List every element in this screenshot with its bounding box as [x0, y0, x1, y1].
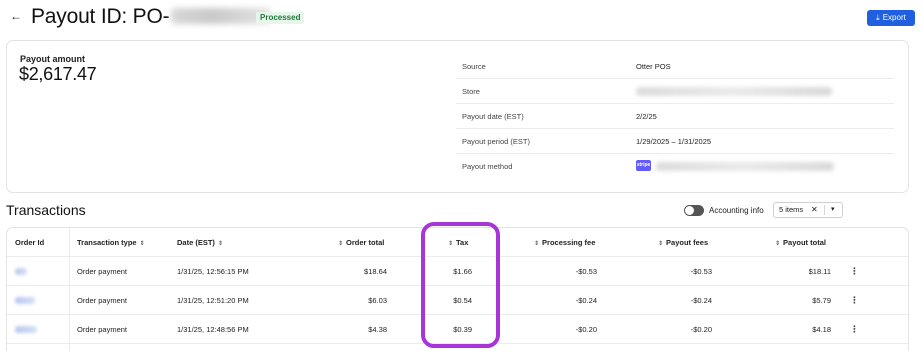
column-header-payout-total[interactable]: ⇕ Payout total [772, 238, 826, 247]
cell-processing-fee: -$0.53 [575, 267, 597, 276]
page-title: Payout ID: PO- [31, 5, 272, 29]
sort-icon: ⇕ [217, 241, 223, 247]
cell-payout-total: $4.18 [812, 325, 831, 334]
more-vertical-icon[interactable]: ⋮ [850, 295, 859, 306]
more-vertical-icon[interactable]: ⋮ [850, 266, 859, 277]
status-badge: Processed [256, 12, 305, 24]
cell-order-total: $4.38 [368, 325, 387, 334]
back-arrow-icon[interactable]: ← [9, 9, 23, 23]
column-header-label: Order total [346, 238, 385, 247]
download-icon: ⤓ [876, 13, 880, 22]
cell-payout-total: $18.11 [808, 267, 831, 276]
sort-icon: ⇕ [775, 241, 781, 247]
chevron-down-icon[interactable]: ▾ [831, 203, 835, 217]
cell-transaction-type: Order payment [77, 267, 128, 276]
detail-row-payout-period: Payout period (EST) 1/29/2025 – 1/31/202… [456, 129, 894, 154]
cell-payout-fees: -$0.53 [690, 267, 712, 276]
column-header-label: Payout fees [666, 238, 709, 247]
column-header-order-total[interactable]: ⇕ Order total [335, 238, 384, 247]
column-header-label: Date (EST) [177, 238, 215, 247]
sort-icon: ⇕ [338, 241, 344, 247]
close-icon[interactable]: ✕ [811, 203, 818, 217]
column-header-date[interactable]: Date (EST) ⇕ [177, 238, 226, 247]
accounting-info-label: Accounting info [709, 206, 764, 215]
redacted-order-id[interactable] [15, 297, 35, 304]
cell-date: 1/31/25, 12:56:15 PM [177, 267, 249, 276]
cell-payout-fees: -$0.20 [690, 325, 712, 334]
detail-value: Otter POS [636, 62, 671, 71]
column-header-label: Processing fee [542, 238, 596, 247]
detail-label: Payout period (EST) [462, 137, 530, 146]
detail-row-source: Source Otter POS [456, 54, 894, 79]
cell-order-total: $18.64 [364, 267, 387, 276]
sort-icon: ⇕ [534, 241, 540, 247]
transactions-table: Order Id Transaction type ⇕ Date (EST) ⇕ ⇕… [6, 227, 909, 351]
sort-icon: ⇕ [658, 241, 664, 247]
cell-date: 1/31/25, 12:48:56 PM [177, 325, 249, 334]
chip-divider [824, 205, 825, 215]
cell-processing-fee: -$0.24 [575, 296, 597, 305]
more-vertical-icon[interactable]: ⋮ [850, 324, 859, 335]
export-button[interactable]: ⤓ Export [867, 10, 915, 26]
column-header-payout-fees[interactable]: ⇕ Payout fees [655, 238, 708, 247]
cell-date: 1/31/25, 12:51:20 PM [177, 296, 249, 305]
sort-icon: ⇕ [448, 241, 454, 247]
cell-transaction-type: Order payment [77, 325, 128, 334]
redacted-method-value [656, 162, 834, 171]
payout-amount-value: $2,617.47 [19, 64, 97, 84]
table-header-row: Order Id Transaction type ⇕ Date (EST) ⇕ ⇕… [7, 228, 908, 257]
column-header-order-id[interactable]: Order Id [15, 238, 44, 247]
detail-label: Store [462, 87, 480, 96]
column-header-label: Transaction type [77, 238, 137, 247]
redacted-order-id[interactable] [15, 326, 37, 333]
detail-row-payout-date: Payout date (EST) 2/2/25 [456, 104, 894, 129]
redacted-order-id[interactable] [15, 268, 27, 275]
detail-row-payout-method: Payout method stripe [456, 154, 894, 179]
detail-label: Source [462, 62, 486, 71]
transactions-title: Transactions [6, 202, 86, 218]
detail-label: Payout date (EST) [462, 112, 524, 121]
filter-chip-label: 5 items [779, 205, 804, 214]
toggle-knob [685, 206, 694, 215]
accounting-info-toggle[interactable] [684, 205, 704, 216]
detail-label: Payout method [462, 162, 513, 171]
cell-payout-fees: -$0.24 [690, 296, 712, 305]
table-row[interactable]: Order payment 1/31/25, 12:48:56 PM $4.38… [7, 315, 908, 344]
items-filter-chip[interactable]: 5 items ✕ ▾ [773, 202, 843, 218]
cell-payout-total: $5.79 [812, 296, 831, 305]
column-header-transaction-type[interactable]: Transaction type ⇕ [77, 238, 148, 247]
column-header-processing-fee[interactable]: ⇕ Processing fee [531, 238, 595, 247]
export-label: Export [882, 13, 906, 22]
redacted-store-value [636, 87, 832, 96]
detail-value: 1/29/2025 – 1/31/2025 [636, 137, 712, 146]
payout-summary-card: Payout amount $2,617.47 Source Otter POS… [6, 40, 909, 193]
column-header-label: Payout total [783, 238, 826, 247]
sort-icon: ⇕ [139, 241, 145, 247]
column-header-label: Tax [456, 238, 469, 247]
cell-tax: $0.39 [453, 325, 472, 334]
cell-transaction-type: Order payment [77, 296, 128, 305]
column-header-tax[interactable]: ⇕ Tax [445, 238, 468, 247]
table-row[interactable]: Order payment 1/31/25, 12:56:15 PM $18.6… [7, 257, 908, 286]
cell-tax: $0.54 [453, 296, 472, 305]
cell-tax: $1.66 [453, 267, 472, 276]
detail-value: 2/2/25 [636, 112, 657, 121]
payout-amount-label: Payout amount [20, 54, 86, 64]
cell-order-total: $6.03 [368, 296, 387, 305]
stripe-logo-icon: stripe [636, 160, 651, 171]
detail-row-store: Store [456, 79, 894, 104]
table-row[interactable]: Order payment 1/31/25, 12:51:20 PM $6.03… [7, 286, 908, 315]
cell-processing-fee: -$0.20 [575, 325, 597, 334]
page-header: ← Payout ID: PO- Processed ⤓ Export [0, 0, 923, 36]
